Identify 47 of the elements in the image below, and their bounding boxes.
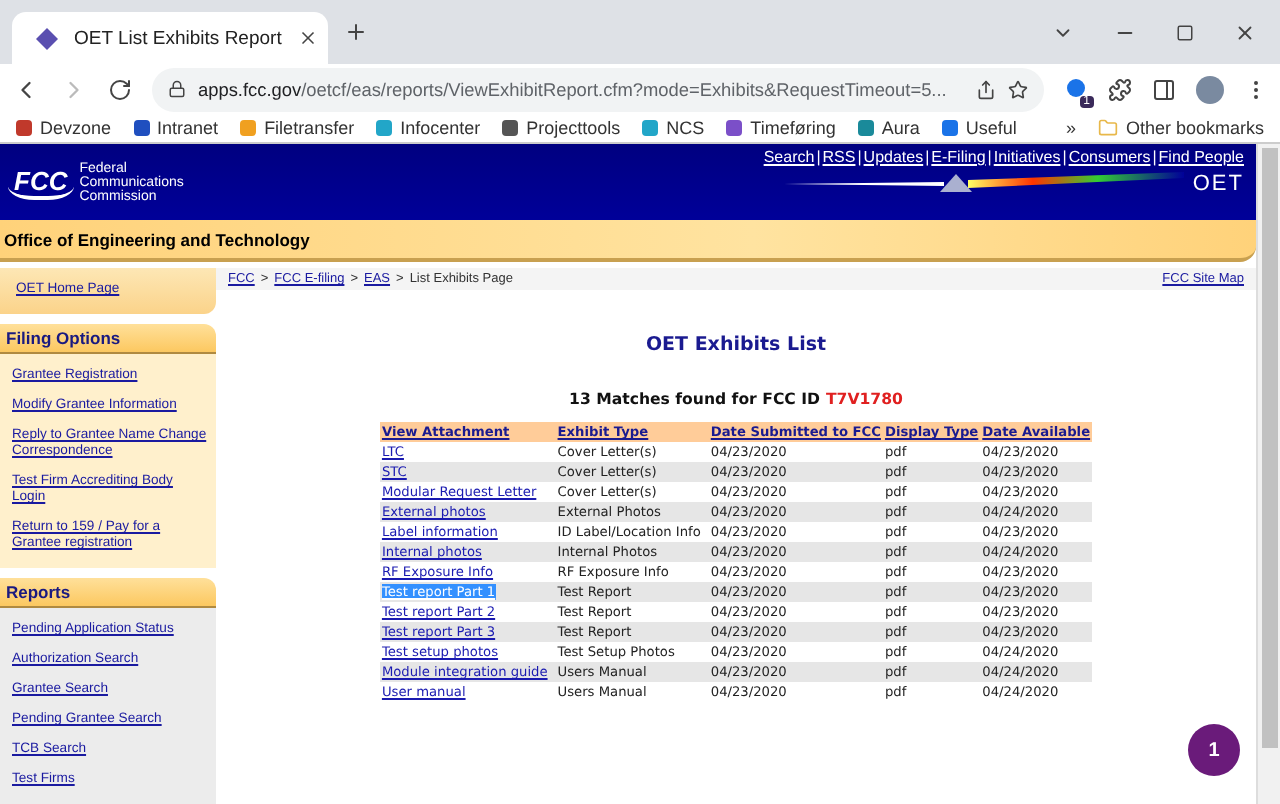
bookmark[interactable]: Useful: [941, 118, 1017, 138]
scrollbar[interactable]: [1256, 144, 1280, 804]
maximize-icon[interactable]: [1176, 21, 1194, 43]
puzzle-icon[interactable]: [1108, 77, 1132, 101]
bookmark-folder[interactable]: Other bookmarks: [1097, 118, 1264, 138]
oet-logo: OET: [1192, 172, 1244, 196]
section-title: Filing Options: [6, 328, 121, 348]
reload-icon[interactable]: [108, 77, 132, 101]
page-title: OET Exhibits List: [645, 334, 827, 356]
folder-icon: [1097, 118, 1118, 138]
bookmarks-overflow[interactable]: »: [1065, 118, 1076, 138]
address-field[interactable]: apps.fcc.gov/oetcf/eas/reports/ViewExhibitReport.cfm?mode=Exhibits&RequestTimeout=5...: [152, 67, 1044, 111]
nav-separator: |: [1150, 148, 1159, 166]
browser-tab[interactable]: OET List Exhibits Report: [12, 12, 328, 64]
avatar-icon[interactable]: [1196, 75, 1224, 103]
nav-separator: |: [985, 148, 994, 166]
nav-link[interactable]: Consumers: [1068, 148, 1151, 166]
close-icon[interactable]: [1234, 21, 1256, 43]
office-title: Office of Engineering and Technology: [4, 229, 310, 249]
nav-link[interactable]: Find People: [1158, 148, 1244, 166]
bookmark[interactable]: NCS: [642, 118, 705, 138]
bookmark[interactable]: Infocenter: [376, 118, 481, 138]
lock-icon: [168, 80, 186, 98]
nav-link[interactable]: Updates: [863, 148, 924, 166]
bookmark[interactable]: Filetransfer: [240, 118, 355, 138]
bookmark[interactable]: Timeføring: [726, 118, 836, 138]
side-panel-icon[interactable]: [1152, 77, 1176, 101]
new-tab-icon[interactable]: [344, 20, 368, 44]
nav-separator: |: [814, 148, 823, 166]
bookmark[interactable]: Devzone: [16, 118, 112, 138]
share-icon[interactable]: [976, 79, 996, 99]
nav-link[interactable]: Search: [763, 148, 815, 166]
nav-separator: |: [923, 148, 932, 166]
star-icon[interactable]: [1008, 79, 1028, 99]
close-icon[interactable]: [297, 28, 318, 48]
nav-link[interactable]: Initiatives: [993, 148, 1061, 166]
bookmark[interactable]: Projecttools: [502, 118, 621, 138]
nav-separator: |: [855, 148, 864, 166]
nav-link[interactable]: RSS: [822, 148, 856, 166]
nav-link[interactable]: E-Filing: [931, 148, 986, 166]
notification-badge[interactable]: 1: [1188, 724, 1240, 776]
bookmark[interactable]: Aura: [857, 118, 920, 138]
section-title: Reports: [6, 582, 71, 602]
bookmark[interactable]: Intranet: [133, 118, 219, 138]
diamond-favicon-icon: [36, 27, 58, 49]
fcc-logo: FCC: [8, 165, 74, 199]
nav-separator: |: [1060, 148, 1069, 166]
